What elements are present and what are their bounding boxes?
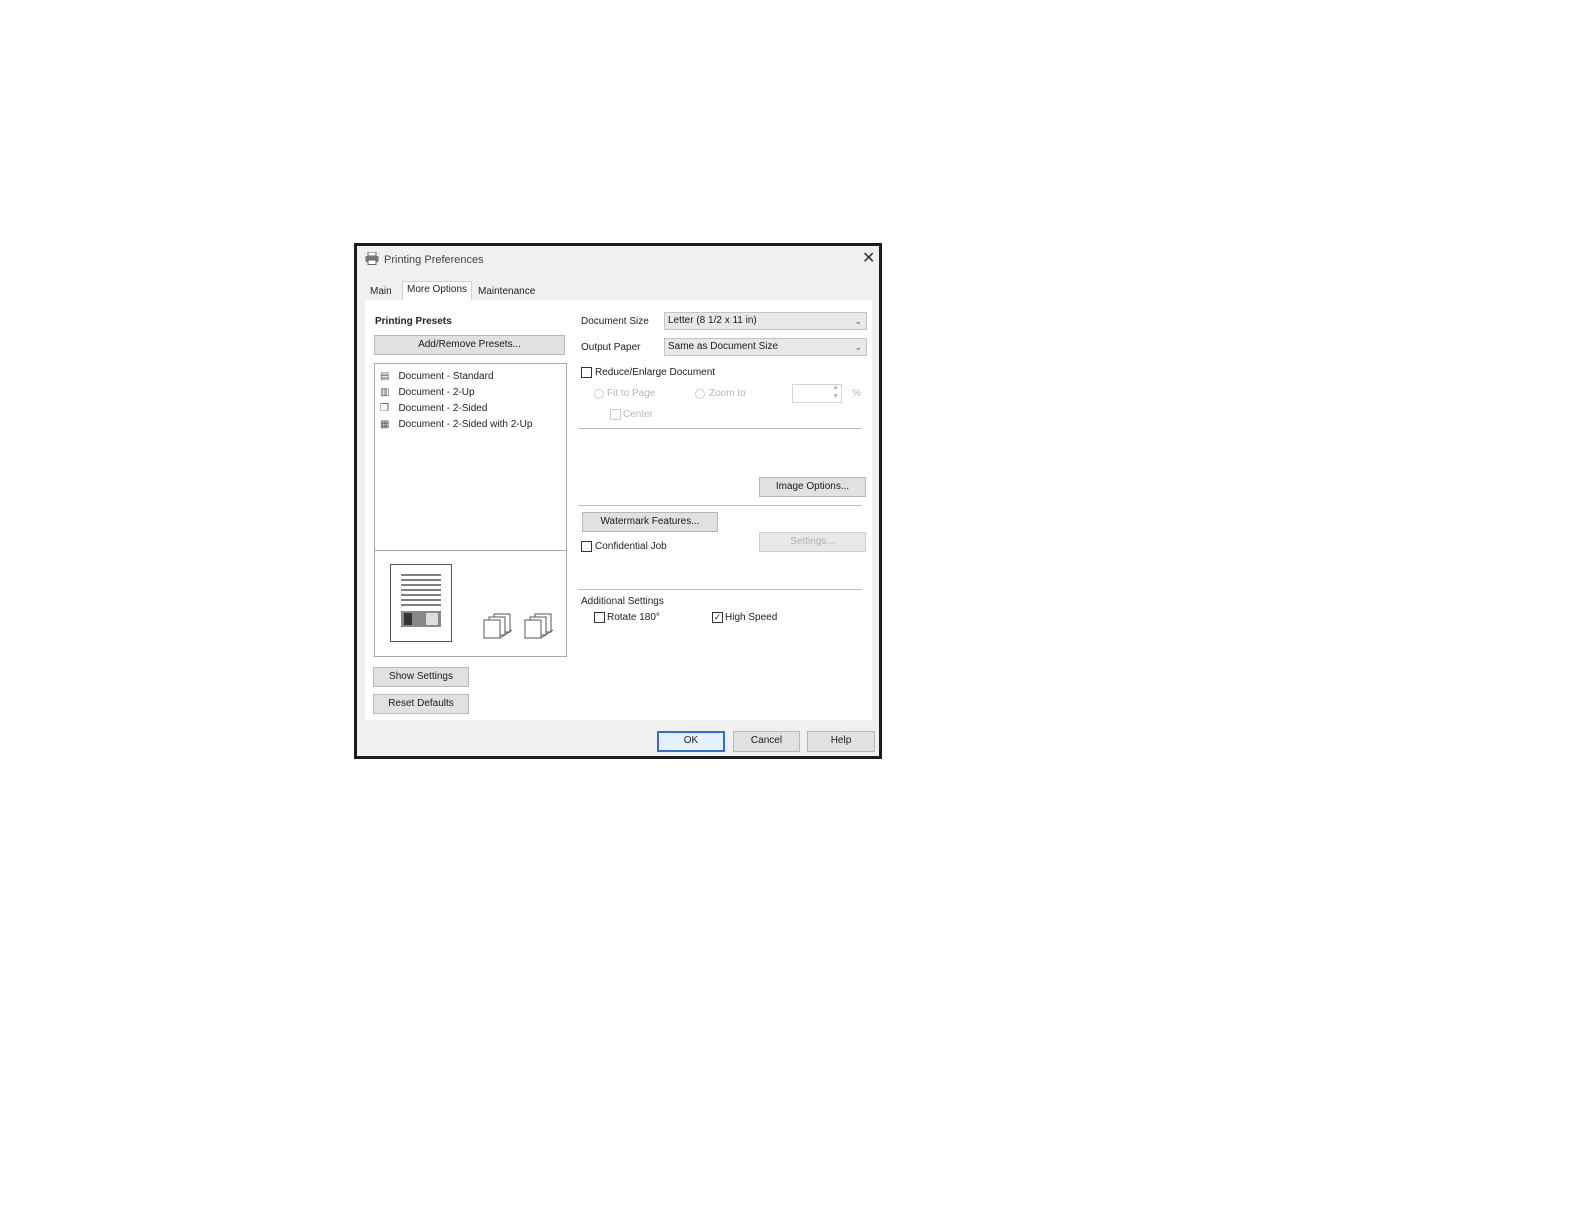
zoom-percent-input[interactable]: ▲ ▼ xyxy=(792,384,842,403)
settings-button[interactable]: Settings... xyxy=(759,532,866,552)
presets-heading: Printing Presets xyxy=(375,316,452,327)
add-remove-presets-button[interactable]: Add/Remove Presets... xyxy=(374,335,565,355)
collate-icon xyxy=(523,612,557,645)
percent-sign: % xyxy=(852,388,861,399)
document-size-label: Document Size xyxy=(581,316,649,327)
zoom-to-label: Zoom to xyxy=(709,388,746,399)
two-sided-icon: ❐ xyxy=(380,403,389,414)
copies-icon xyxy=(482,612,516,645)
document-size-value: Letter (8 1/2 x 11 in) xyxy=(668,315,757,326)
chevron-down-icon: ⌄ xyxy=(854,316,862,326)
reduce-enlarge-checkbox[interactable] xyxy=(581,367,592,378)
cancel-button[interactable]: Cancel xyxy=(733,731,800,752)
help-button[interactable]: Help xyxy=(807,731,875,752)
two-up-icon: ▥ xyxy=(380,387,390,398)
document-size-select[interactable]: Letter (8 1/2 x 11 in) ⌄ xyxy=(664,312,867,330)
chevron-down-icon: ⌄ xyxy=(854,342,862,352)
close-icon[interactable]: ✕ xyxy=(862,251,875,267)
rotate-180-label: Rotate 180° xyxy=(607,612,660,623)
confidential-job-checkbox[interactable] xyxy=(581,541,592,552)
fit-to-page-radio[interactable] xyxy=(594,389,604,399)
spinner-down-icon[interactable]: ▼ xyxy=(832,393,839,400)
zoom-to-radio[interactable] xyxy=(695,389,705,399)
ok-button[interactable]: OK xyxy=(657,731,725,752)
fit-to-page-label: Fit to Page xyxy=(607,388,656,399)
preset-label: Document - Standard xyxy=(398,371,494,382)
tab-maintenance[interactable]: Maintenance xyxy=(474,284,539,299)
center-checkbox[interactable] xyxy=(610,409,621,420)
output-paper-select[interactable]: Same as Document Size ⌄ xyxy=(664,338,867,356)
rotate-180-checkbox[interactable] xyxy=(594,612,605,623)
show-settings-button[interactable]: Show Settings xyxy=(373,667,469,687)
center-label: Center xyxy=(623,409,654,420)
confidential-job-label: Confidential Job xyxy=(595,541,667,552)
section-divider xyxy=(578,589,862,590)
list-item[interactable]: ▦ Document - 2-Sided with 2-Up xyxy=(380,414,532,432)
preset-label: Document - 2-Sided with 2-Up xyxy=(398,419,533,430)
page-preview xyxy=(390,564,452,642)
watermark-features-button[interactable]: Watermark Features... xyxy=(582,512,718,532)
output-paper-value: Same as Document Size xyxy=(668,341,779,352)
high-speed-checkbox[interactable]: ✓ xyxy=(712,612,723,623)
preset-label: Document - 2-Up xyxy=(398,387,475,398)
checkmark-icon: ✓ xyxy=(713,612,722,622)
two-sided-two-up-icon: ▦ xyxy=(380,419,390,430)
reduce-enlarge-label: Reduce/Enlarge Document xyxy=(595,367,716,378)
image-options-button[interactable]: Image Options... xyxy=(759,477,866,497)
additional-settings-heading: Additional Settings xyxy=(581,596,664,607)
section-divider xyxy=(578,428,862,429)
document-icon: ▤ xyxy=(380,371,390,382)
reset-defaults-button[interactable]: Reset Defaults xyxy=(373,694,469,714)
spinner-up-icon[interactable]: ▲ xyxy=(832,384,839,391)
high-speed-label: High Speed xyxy=(725,612,778,623)
section-divider xyxy=(578,505,862,506)
window-title: Printing Preferences xyxy=(384,254,484,266)
tab-main[interactable]: Main xyxy=(366,284,396,299)
preview-divider xyxy=(375,550,566,551)
preset-label: Document - 2-Sided xyxy=(398,403,488,414)
printer-icon xyxy=(365,251,379,270)
output-paper-label: Output Paper xyxy=(581,342,641,353)
